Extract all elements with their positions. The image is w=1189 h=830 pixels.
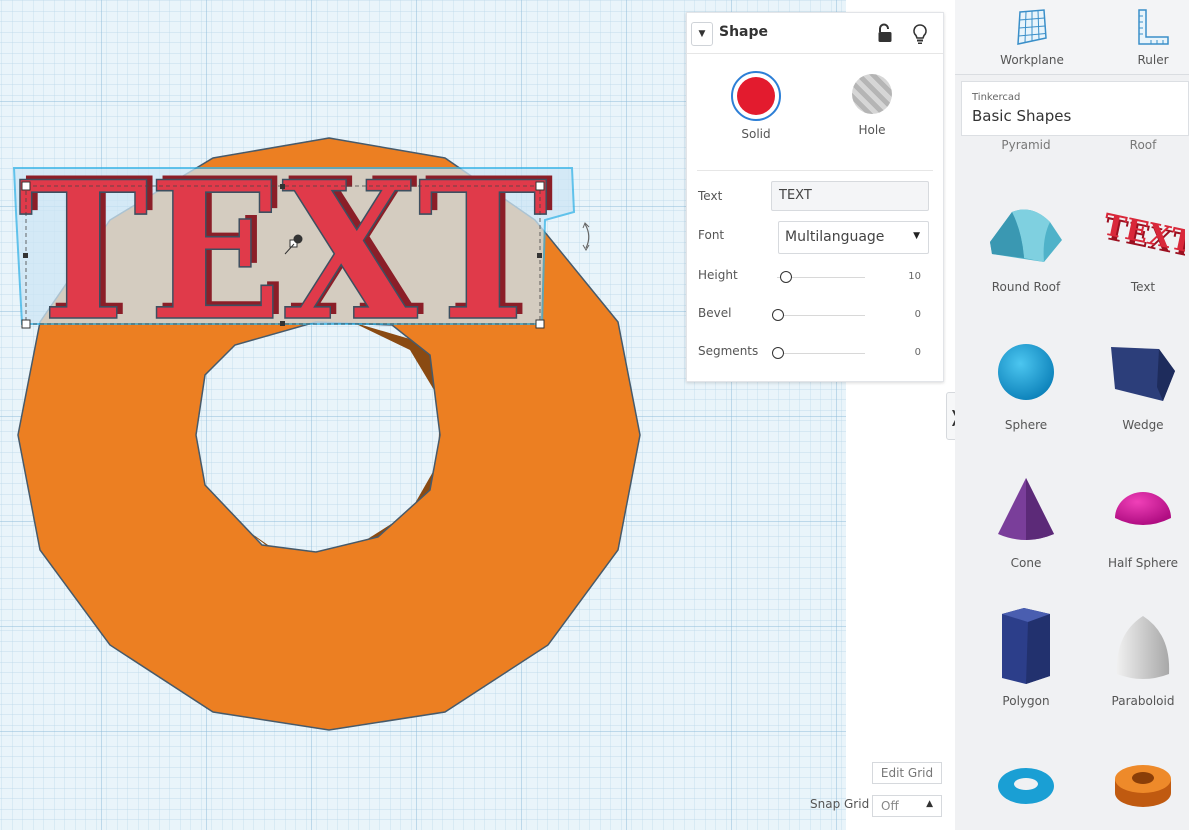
segments-slider[interactable]: [772, 347, 865, 361]
lock-icon[interactable]: [877, 23, 893, 43]
shape-label: Wedge: [1122, 418, 1164, 432]
edit-grid-button[interactable]: Edit Grid: [872, 762, 942, 784]
shape-inspector: ▼ Shape Solid Hole Text TEXT Font Multil…: [686, 12, 944, 382]
font-prop-label: Font: [698, 228, 725, 242]
shape-half-sphere[interactable]: Half Sphere: [1088, 466, 1189, 570]
shape-text[interactable]: TEXT TEXT Text: [1088, 190, 1189, 294]
caret-up-icon: ▲: [926, 799, 933, 809]
font-value: Multilanguage: [785, 229, 885, 245]
library-name: Basic Shapes: [972, 107, 1072, 125]
shape-wedge[interactable]: Wedge: [1088, 328, 1189, 432]
text-shape-icon: TEXT TEXT: [1101, 207, 1185, 265]
inspector-title: Shape: [719, 24, 769, 40]
tools-bar: Workplane Ruler: [955, 0, 1189, 75]
chevron-down-icon: ▼: [698, 29, 706, 39]
library-brand: Tinkercad: [972, 92, 1021, 103]
torus-icon: [998, 768, 1054, 804]
segments-value: 0: [914, 347, 921, 358]
shape-label: Sphere: [1004, 418, 1048, 432]
height-slider-knob[interactable]: [780, 271, 792, 283]
height-slider[interactable]: [777, 271, 865, 285]
paraboloid-icon: [1116, 616, 1170, 679]
ruler-icon: [1138, 9, 1169, 45]
caret-down-icon: ▼: [913, 231, 920, 241]
collapse-inspector-button[interactable]: ▼: [691, 22, 713, 46]
hole-swatch: [852, 74, 892, 114]
snap-grid-select[interactable]: Off ▲: [872, 795, 942, 817]
text-input[interactable]: TEXT: [771, 181, 929, 211]
shape-label: Polygon: [1002, 694, 1050, 708]
bevel-slider[interactable]: [772, 309, 865, 323]
hole-mode-button[interactable]: Hole: [837, 71, 907, 137]
solid-label: Solid: [741, 127, 771, 141]
shape-sphere[interactable]: Sphere: [971, 328, 1081, 432]
workplane-label: Workplane: [1000, 53, 1064, 67]
height-prop-label: Height: [698, 268, 738, 282]
segments-prop-label: Segments: [698, 344, 759, 358]
workplane-icon: [1017, 9, 1047, 45]
round-roof-icon: [990, 209, 1062, 262]
workplane-tool-button[interactable]: Workplane: [992, 8, 1072, 67]
snap-grid-label: Snap Grid: [810, 797, 870, 811]
sphere-icon: [998, 344, 1054, 400]
font-select[interactable]: Multilanguage ▼: [778, 221, 929, 254]
bevel-value: 0: [914, 309, 921, 320]
text-prop-label: Text: [698, 189, 723, 203]
segments-slider-knob[interactable]: [772, 347, 784, 359]
bevel-prop-label: Bevel: [698, 306, 732, 320]
shape-polygon[interactable]: Polygon: [971, 604, 1081, 708]
shape-label-partial: Pyramid: [1001, 138, 1051, 152]
wedge-icon: [1111, 347, 1175, 401]
shape-label: Half Sphere: [1107, 556, 1179, 570]
shape-label: Text: [1130, 280, 1156, 294]
shape-cone[interactable]: Cone: [971, 466, 1081, 570]
hole-label: Hole: [858, 123, 886, 137]
polygon-icon: [1002, 608, 1050, 684]
solid-mode-button[interactable]: Solid: [721, 71, 791, 141]
snap-grid-value: Off: [881, 799, 899, 813]
cone-icon: [998, 478, 1054, 540]
text-shape[interactable]: TEXT: [17, 139, 549, 364]
shape-label: Paraboloid: [1111, 694, 1175, 708]
ruler-tool-button[interactable]: Ruler: [1113, 8, 1189, 67]
shape-tube[interactable]: [1088, 742, 1189, 830]
solid-color-swatch: [737, 77, 775, 115]
inspector-header: ▼ Shape: [687, 13, 943, 54]
lightbulb-icon[interactable]: [912, 23, 928, 45]
ruler-label: Ruler: [1137, 53, 1169, 67]
shape-library-panel: Workplane Ruler Tinkercad Basic Shapes P…: [955, 0, 1189, 830]
shape-paraboloid[interactable]: Paraboloid: [1088, 604, 1189, 708]
shape-round-roof[interactable]: Round Roof: [971, 190, 1081, 294]
divider: [697, 170, 933, 171]
half-sphere-icon: [1115, 492, 1171, 525]
bevel-slider-knob[interactable]: [772, 309, 784, 321]
library-selector[interactable]: Tinkercad Basic Shapes: [961, 81, 1189, 136]
shape-label: Cone: [1010, 556, 1042, 570]
height-value: 10: [908, 271, 921, 282]
shape-torus[interactable]: [971, 742, 1081, 830]
shape-label: Round Roof: [991, 280, 1061, 294]
lift-handle[interactable]: [293, 234, 303, 244]
tube-icon: [1115, 765, 1171, 807]
shape-label-partial: Roof: [1129, 138, 1157, 152]
